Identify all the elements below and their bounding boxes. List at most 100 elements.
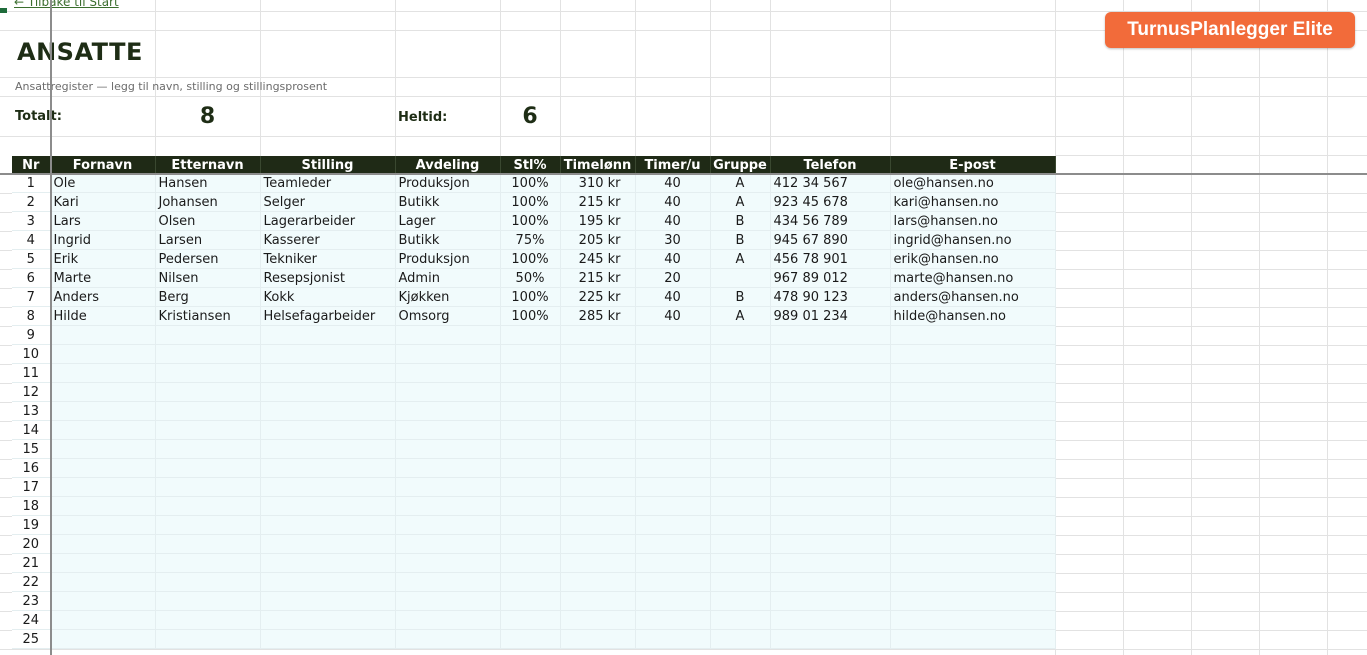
empty-cell[interactable]	[260, 439, 396, 459]
empty-cell[interactable]	[500, 610, 561, 630]
cell-timer-u[interactable]: 40	[635, 174, 711, 193]
cell-epost[interactable]: erik@hansen.no	[890, 249, 1056, 269]
empty-cell[interactable]	[500, 629, 561, 649]
cell-epost[interactable]: anders@hansen.no	[890, 287, 1056, 307]
cell-epost[interactable]: lars@hansen.no	[890, 211, 1056, 231]
brand-button[interactable]: TurnusPlanlegger Elite	[1105, 12, 1355, 48]
empty-cell[interactable]	[395, 344, 501, 364]
empty-cell[interactable]	[50, 515, 156, 535]
empty-cell[interactable]	[770, 477, 891, 497]
empty-cell[interactable]	[260, 344, 396, 364]
empty-cell[interactable]	[890, 534, 1056, 554]
empty-cell[interactable]	[710, 629, 771, 649]
empty-cell[interactable]	[260, 382, 396, 402]
cell-stilling[interactable]: Resepsjonist	[260, 268, 396, 288]
cell-nr[interactable]: 7	[12, 287, 51, 307]
empty-cell[interactable]	[710, 496, 771, 516]
empty-cell[interactable]	[500, 496, 561, 516]
cell-timelonn[interactable]: 205 kr	[560, 230, 636, 250]
empty-cell[interactable]	[710, 344, 771, 364]
column-header-stl-pct[interactable]: Stl%	[500, 156, 561, 174]
empty-cell[interactable]	[560, 363, 636, 383]
cell-avdeling[interactable]: Butikk	[395, 192, 501, 212]
empty-cell[interactable]	[50, 420, 156, 440]
empty-cell[interactable]	[710, 553, 771, 573]
cell-fornavn[interactable]: Marte	[50, 268, 156, 288]
empty-cell[interactable]	[50, 553, 156, 573]
empty-cell[interactable]	[260, 458, 396, 478]
empty-cell[interactable]	[560, 344, 636, 364]
column-header-etternavn[interactable]: Etternavn	[155, 156, 261, 174]
cell-avdeling[interactable]: Produksjon	[395, 249, 501, 269]
empty-cell[interactable]	[155, 572, 261, 592]
row-number[interactable]: 11	[12, 363, 51, 383]
empty-cell[interactable]	[890, 344, 1056, 364]
cell-nr[interactable]: 6	[12, 268, 51, 288]
empty-cell[interactable]	[560, 515, 636, 535]
cell-etternavn[interactable]: Nilsen	[155, 268, 261, 288]
empty-cell[interactable]	[395, 515, 501, 535]
empty-cell[interactable]	[890, 420, 1056, 440]
empty-cell[interactable]	[710, 477, 771, 497]
cell-timelonn[interactable]: 310 kr	[560, 174, 636, 193]
empty-cell[interactable]	[260, 553, 396, 573]
cell-telefon[interactable]: 923 45 678	[770, 192, 891, 212]
cell-epost[interactable]: kari@hansen.no	[890, 192, 1056, 212]
empty-cell[interactable]	[500, 439, 561, 459]
cell-stl-pct[interactable]: 75%	[500, 230, 561, 250]
empty-cell[interactable]	[770, 401, 891, 421]
cell-stilling[interactable]: Helsefagarbeider	[260, 306, 396, 326]
empty-cell[interactable]	[260, 325, 396, 345]
row-number[interactable]: 24	[12, 610, 51, 630]
empty-cell[interactable]	[50, 610, 156, 630]
empty-cell[interactable]	[395, 439, 501, 459]
empty-cell[interactable]	[260, 572, 396, 592]
cell-timelonn[interactable]: 245 kr	[560, 249, 636, 269]
empty-cell[interactable]	[770, 572, 891, 592]
empty-cell[interactable]	[155, 382, 261, 402]
empty-cell[interactable]	[635, 496, 711, 516]
row-number[interactable]: 25	[12, 629, 51, 649]
empty-cell[interactable]	[155, 629, 261, 649]
empty-cell[interactable]	[710, 572, 771, 592]
cell-nr[interactable]: 8	[12, 306, 51, 326]
cell-gruppe[interactable]: B	[710, 211, 771, 231]
empty-cell[interactable]	[155, 496, 261, 516]
cell-epost[interactable]: hilde@hansen.no	[890, 306, 1056, 326]
cell-telefon[interactable]: 989 01 234	[770, 306, 891, 326]
empty-cell[interactable]	[395, 420, 501, 440]
empty-cell[interactable]	[770, 420, 891, 440]
empty-cell[interactable]	[500, 420, 561, 440]
empty-cell[interactable]	[560, 534, 636, 554]
empty-cell[interactable]	[395, 629, 501, 649]
cell-fornavn[interactable]: Lars	[50, 211, 156, 231]
back-to-start-link[interactable]: ← Tilbake til Start	[14, 0, 119, 9]
cell-fornavn[interactable]: Ole	[50, 174, 156, 193]
column-header-fornavn[interactable]: Fornavn	[50, 156, 156, 174]
cell-telefon[interactable]: 478 90 123	[770, 287, 891, 307]
empty-cell[interactable]	[50, 458, 156, 478]
cell-epost[interactable]: ingrid@hansen.no	[890, 230, 1056, 250]
empty-cell[interactable]	[770, 534, 891, 554]
empty-cell[interactable]	[155, 610, 261, 630]
column-header-epost[interactable]: E-post	[890, 156, 1056, 174]
empty-cell[interactable]	[560, 496, 636, 516]
cell-etternavn[interactable]: Olsen	[155, 211, 261, 231]
empty-cell[interactable]	[395, 382, 501, 402]
empty-cell[interactable]	[260, 534, 396, 554]
empty-cell[interactable]	[770, 344, 891, 364]
cell-stl-pct[interactable]: 100%	[500, 287, 561, 307]
empty-cell[interactable]	[890, 610, 1056, 630]
cell-telefon[interactable]: 967 89 012	[770, 268, 891, 288]
cell-timer-u[interactable]: 40	[635, 287, 711, 307]
cell-nr[interactable]: 4	[12, 230, 51, 250]
empty-cell[interactable]	[500, 363, 561, 383]
row-number[interactable]: 16	[12, 458, 51, 478]
row-number[interactable]: 9	[12, 325, 51, 345]
empty-cell[interactable]	[260, 515, 396, 535]
empty-cell[interactable]	[500, 477, 561, 497]
empty-cell[interactable]	[770, 496, 891, 516]
cell-nr[interactable]: 2	[12, 192, 51, 212]
empty-cell[interactable]	[635, 553, 711, 573]
empty-cell[interactable]	[560, 458, 636, 478]
